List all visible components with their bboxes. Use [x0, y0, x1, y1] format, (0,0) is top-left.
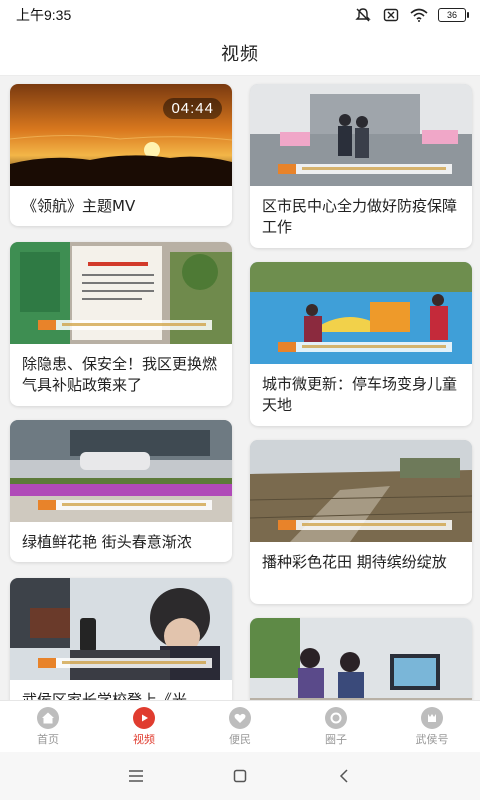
status-icons: 36 [354, 8, 469, 22]
menu-icon[interactable] [125, 765, 147, 787]
video-title: 武侯区家长学校登上《光 [22, 691, 188, 700]
video-thumbnail[interactable] [250, 84, 472, 186]
tab-label: 圈子 [325, 732, 347, 746]
video-title: 区市民中心全力做好防疫保障工作 [262, 197, 458, 236]
tab-services[interactable]: 便民 [192, 701, 288, 752]
video-title: 城市微更新：停车场变身儿童天地 [262, 375, 458, 414]
video-thumbnail[interactable]: 04:44 [10, 84, 232, 186]
video-thumbnail[interactable] [10, 420, 232, 522]
video-title: 《领航》主题MV [22, 197, 136, 215]
system-nav-bar [0, 752, 480, 800]
tab-home[interactable]: 首页 [0, 701, 96, 752]
tab-video[interactable]: 视频 [96, 701, 192, 752]
video-duration: 04:44 [163, 98, 222, 119]
bottom-tab-bar: 首页 视频 便民 圈子 武侯号 [0, 700, 480, 752]
back-icon[interactable] [333, 765, 355, 787]
tab-label: 视频 [133, 732, 155, 746]
news-ticker [38, 500, 212, 510]
video-title: 除隐患、保安全！我区更换燃气具补贴政策来了 [22, 355, 218, 394]
tab-label: 便民 [229, 732, 251, 746]
heart-hands-icon [229, 706, 251, 729]
video-thumbnail[interactable] [250, 618, 472, 700]
tab-circle[interactable]: 圈子 [288, 701, 384, 752]
news-ticker [38, 658, 212, 668]
tab-label: 武侯号 [415, 732, 449, 746]
video-title: 绿植鲜花艳 街头春意渐浓 [22, 533, 192, 551]
video-card[interactable]: 04:44 《领航》主题MV [10, 84, 232, 226]
video-thumbnail[interactable] [10, 578, 232, 680]
video-thumbnail[interactable] [250, 440, 472, 542]
app-screen: 上午9:35 36 视频 04:44 《领航》主题MV 除隐患、保安全！我区更换… [0, 0, 480, 800]
status-bar: 上午9:35 36 [0, 0, 480, 30]
sim-off-icon [382, 8, 400, 22]
news-ticker [278, 164, 452, 174]
page-header: 视频 [0, 30, 480, 76]
video-thumbnail[interactable] [250, 262, 472, 364]
tab-label: 首页 [37, 732, 59, 746]
video-thumbnail[interactable] [10, 242, 232, 344]
status-time: 上午9:35 [16, 7, 72, 23]
badge-icon [421, 706, 443, 729]
home-square-icon[interactable] [229, 765, 251, 787]
wifi-icon [410, 8, 428, 22]
tab-wuhou-account[interactable]: 武侯号 [384, 701, 480, 752]
home-icon [37, 706, 59, 729]
video-card[interactable]: 绿植鲜花艳 街头春意渐浓 [10, 420, 232, 562]
news-ticker [38, 320, 212, 330]
battery-icon: 36 [438, 8, 469, 22]
video-card[interactable]: 区市民中心全力做好防疫保障工作 [250, 84, 472, 248]
play-icon [133, 706, 155, 729]
video-card[interactable]: 除隐患、保安全！我区更换燃气具补贴政策来了 [10, 242, 232, 406]
video-card[interactable] [250, 618, 472, 700]
mute-icon [354, 8, 372, 22]
news-ticker [278, 342, 452, 352]
video-card[interactable]: 武侯区家长学校登上《光 [10, 578, 232, 700]
circle-icon [325, 706, 347, 729]
video-title: 播种彩色花田 期待缤纷绽放 [262, 553, 447, 571]
video-card[interactable]: 城市微更新：停车场变身儿童天地 [250, 262, 472, 426]
video-card[interactable]: 播种彩色花田 期待缤纷绽放 [250, 440, 472, 604]
video-feed[interactable]: 04:44 《领航》主题MV 除隐患、保安全！我区更换燃气具补贴政策来了 绿植鲜… [0, 76, 480, 700]
news-ticker [278, 520, 452, 530]
page-title: 视频 [221, 43, 259, 65]
